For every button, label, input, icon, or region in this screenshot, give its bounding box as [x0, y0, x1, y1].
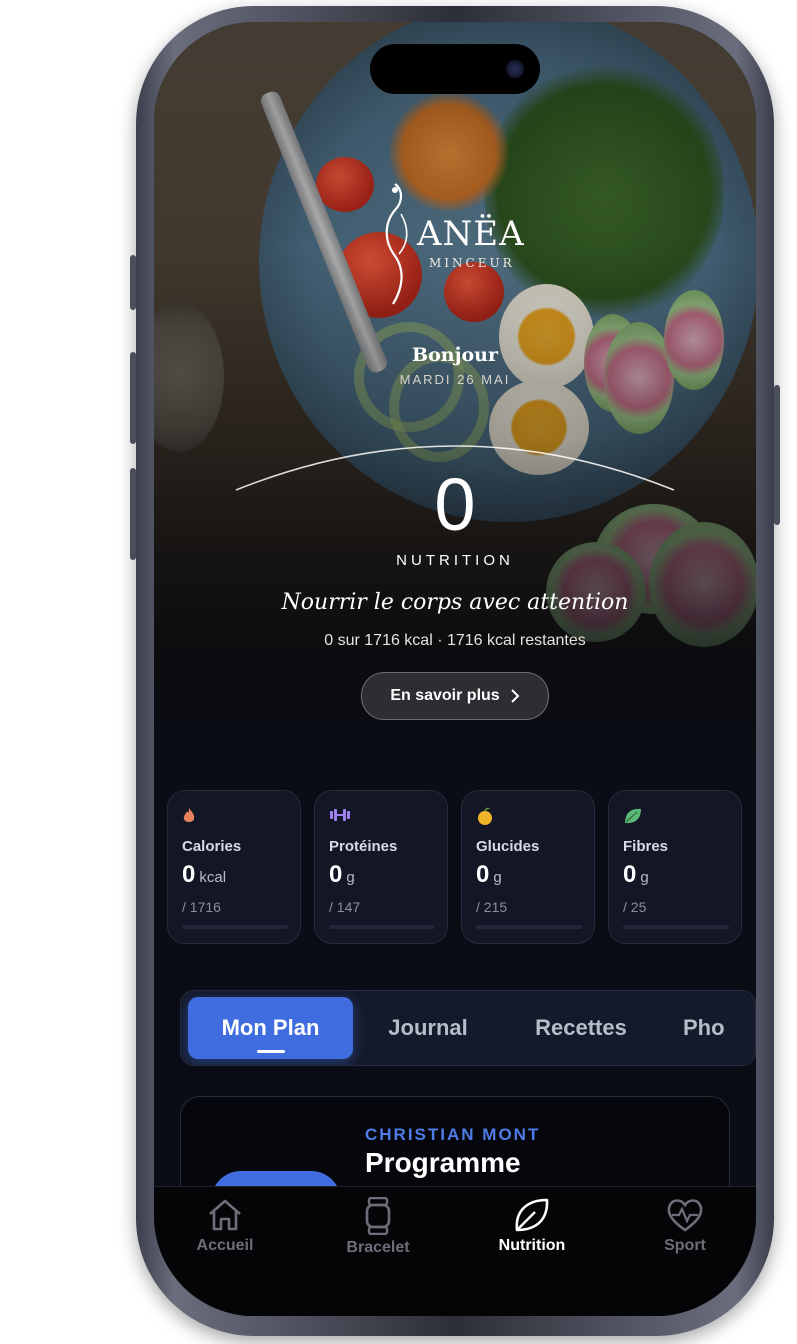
leaf-icon: [515, 1198, 549, 1232]
card-value: 0g: [329, 861, 355, 888]
section-tabs: Mon Plan Journal Recettes Pho: [180, 990, 756, 1066]
nav-accueil[interactable]: Accueil: [165, 1197, 285, 1255]
nav-nutrition[interactable]: Nutrition: [472, 1197, 592, 1255]
card-goal: / 1716: [182, 899, 221, 915]
learn-more-button[interactable]: En savoir plus: [361, 672, 549, 720]
card-value: 0 kcal: [182, 861, 227, 888]
program-title: Programme: [365, 1147, 521, 1178]
active-tab-indicator: [256, 1050, 285, 1053]
proteins-card[interactable]: Protéines 0g / 147: [314, 790, 448, 944]
card-value: 0g: [476, 861, 502, 888]
nav-sport[interactable]: Sport: [625, 1197, 745, 1255]
card-goal: / 25: [623, 899, 647, 915]
volume-up-button: [130, 352, 136, 444]
home-icon: [209, 1199, 241, 1231]
leaf-icon: [625, 808, 641, 824]
tab-recettes[interactable]: Recettes: [515, 997, 647, 1059]
learn-more-label: En savoir plus: [390, 687, 500, 704]
dumbbell-icon: [330, 809, 350, 821]
tab-mon-plan[interactable]: Mon Plan: [188, 997, 353, 1059]
card-goal: / 147: [329, 899, 361, 915]
power-button: [774, 385, 780, 525]
nav-bracelet[interactable]: Bracelet: [318, 1197, 438, 1257]
nutrition-score: 0: [434, 463, 476, 546]
calories-card[interactable]: Calories 0 kcal / 1716: [167, 790, 301, 944]
action-button: [130, 255, 136, 310]
brand-subtitle: MINCEUR: [429, 256, 515, 270]
hero-overlay: [154, 22, 756, 782]
heart-pulse-icon: [667, 1199, 703, 1232]
card-value: 0g: [623, 861, 649, 888]
silhouette-icon: [385, 183, 408, 305]
tab-journal[interactable]: Journal: [371, 997, 485, 1059]
bottom-nav: Accueil Bracelet Nutrition Sport: [154, 1186, 756, 1316]
macro-cards: Calories 0 kcal / 1716 Protéines 0g / 147…: [167, 790, 743, 946]
card-goal: / 215: [476, 899, 508, 915]
progress-bar: [623, 925, 729, 929]
watch-icon: [365, 1197, 391, 1235]
app-screen: ANËA MINCEUR Bonjour MARDI 26 MAI 0 NUTR…: [154, 22, 756, 1316]
apple-icon: [478, 807, 492, 825]
brand-logo: ANËA MINCEUR: [369, 172, 549, 312]
card-name: Fibres: [623, 838, 669, 855]
calorie-summary: 0 sur 1716 kcal · 1716 kcal restantes: [324, 632, 586, 649]
card-name: Protéines: [329, 838, 398, 855]
brand-name: ANËA: [417, 214, 525, 254]
tagline: Nourrir le corps avec attention: [281, 590, 629, 615]
volume-down-button: [130, 468, 136, 560]
card-name: Calories: [182, 838, 242, 855]
carbs-card[interactable]: Glucides 0g / 215: [461, 790, 595, 944]
chevron-right-icon: [510, 689, 520, 703]
card-name: Glucides: [476, 838, 540, 855]
fibers-card[interactable]: Fibres 0g / 25: [608, 790, 742, 944]
hero-section: ANËA MINCEUR Bonjour MARDI 26 MAI 0 NUTR…: [154, 22, 756, 782]
current-date: MARDI 26 MAI: [399, 372, 511, 387]
greeting: Bonjour: [412, 344, 498, 366]
progress-bar: [476, 925, 582, 929]
flame-icon: [183, 808, 195, 822]
tab-photos[interactable]: Pho: [683, 997, 755, 1059]
coach-name: CHRISTIAN MONT: [365, 1125, 541, 1144]
front-camera: [506, 60, 524, 78]
progress-bar: [329, 925, 435, 929]
progress-bar: [182, 925, 288, 929]
nutrition-label: NUTRITION: [396, 552, 514, 569]
